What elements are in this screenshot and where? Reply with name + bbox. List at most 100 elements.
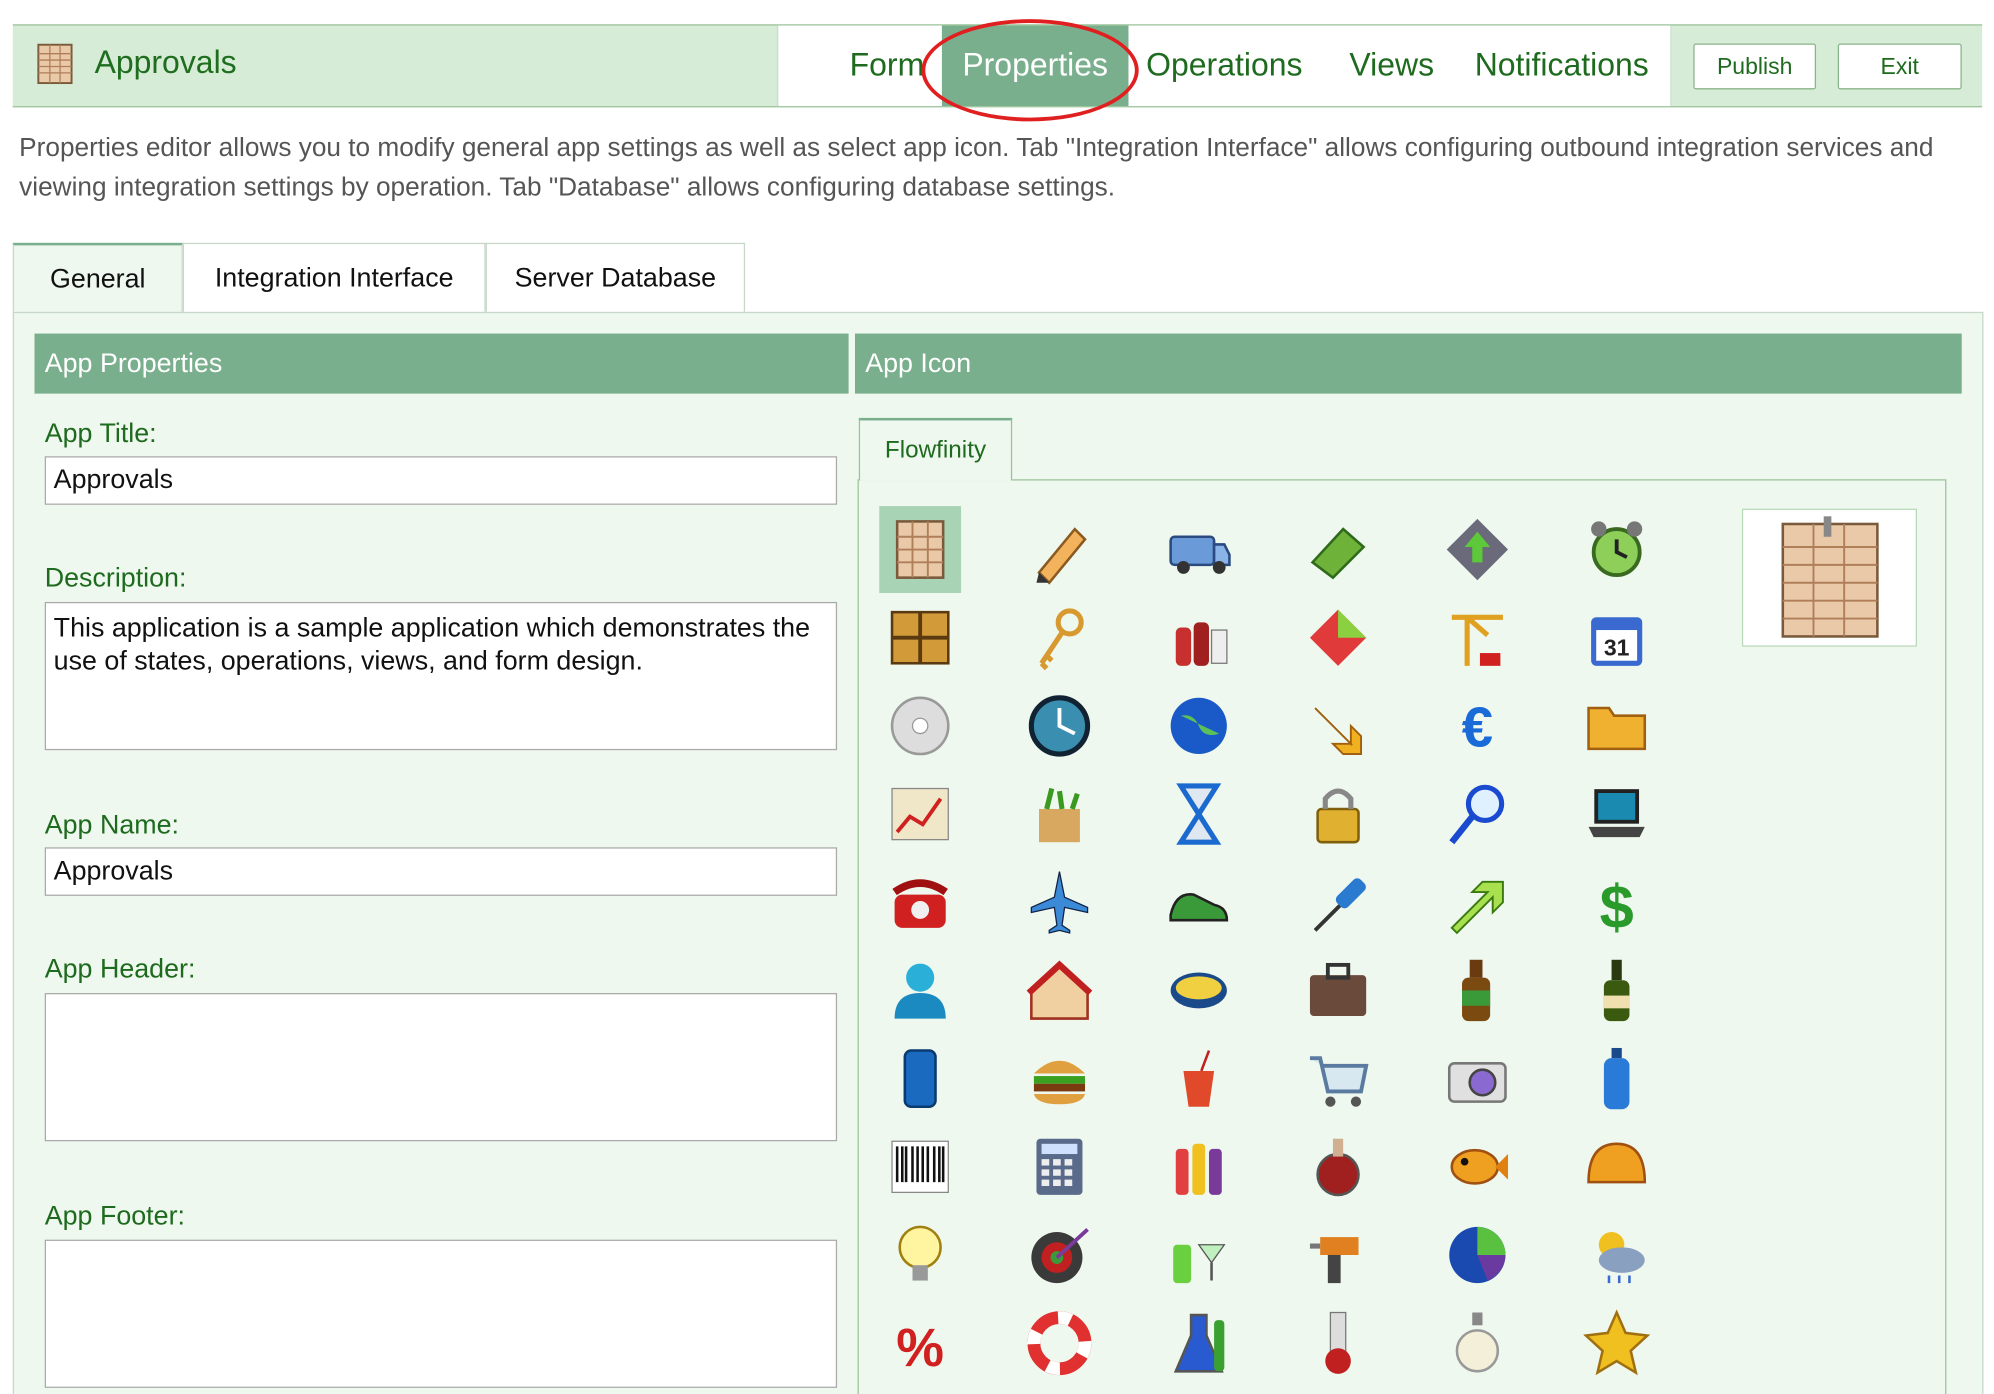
- calendar-icon: 31: [1591, 617, 1643, 666]
- icon-option-cabinet[interactable]: [879, 594, 961, 681]
- icon-option-hard-hat[interactable]: [1576, 1123, 1658, 1210]
- icon-option-fish[interactable]: [1436, 1123, 1518, 1210]
- sneaker-icon: [1169, 893, 1229, 922]
- icon-option-euro[interactable]: €: [1436, 682, 1518, 769]
- icon-option-eraser[interactable]: [1297, 506, 1379, 593]
- arrow-up-right-icon: [1450, 880, 1504, 935]
- tab-server-database[interactable]: Server Database: [485, 242, 746, 312]
- icon-option-sneaker[interactable]: [1158, 859, 1240, 946]
- icon-option-perfume[interactable]: [1436, 1300, 1518, 1387]
- ledger-icon: [895, 520, 945, 579]
- icon-option-ledger[interactable]: [879, 506, 962, 593]
- icon-option-flask[interactable]: [1158, 1300, 1240, 1387]
- app-footer-textarea[interactable]: [44, 1239, 838, 1388]
- icon-option-shopping-cart[interactable]: [1297, 1035, 1379, 1122]
- icon-option-keys[interactable]: [1019, 594, 1101, 681]
- icon-option-potion[interactable]: [1297, 1123, 1379, 1210]
- icon-option-laptop[interactable]: [1576, 771, 1658, 858]
- exit-button[interactable]: Exit: [1837, 43, 1962, 90]
- icon-option-water-bottle[interactable]: [1576, 1035, 1658, 1122]
- icon-option-light-bulb[interactable]: [879, 1212, 961, 1299]
- icon-option-drill[interactable]: [1297, 1212, 1379, 1299]
- icon-option-bottles[interactable]: [1158, 1123, 1240, 1210]
- icon-option-pencil[interactable]: [1019, 506, 1101, 593]
- icon-option-calendar[interactable]: 31: [1576, 594, 1658, 681]
- app-header-textarea[interactable]: [44, 993, 838, 1142]
- icon-option-life-ring[interactable]: [1019, 1300, 1101, 1387]
- camera-icon: [1447, 1062, 1507, 1103]
- icon-option-alarm-clock[interactable]: [1576, 506, 1658, 593]
- icon-option-dollar[interactable]: $: [1576, 859, 1658, 946]
- icon-option-telephone[interactable]: [879, 859, 961, 946]
- icon-option-house[interactable]: [1019, 947, 1101, 1034]
- icon-option-grocery-bag[interactable]: [1019, 771, 1101, 858]
- star-icon: [1583, 1309, 1651, 1376]
- telephone-icon: [892, 879, 948, 928]
- folder-icon: [1587, 706, 1647, 751]
- icon-option-star[interactable]: [1576, 1300, 1658, 1387]
- arrow-down-right-icon: [1314, 707, 1363, 755]
- icon-option-padlock[interactable]: [1297, 771, 1379, 858]
- bottles-icon: [1175, 1143, 1222, 1195]
- app-title-input[interactable]: Approvals: [44, 456, 838, 505]
- icon-option-cd[interactable]: [879, 682, 961, 769]
- grocery-bag-icon: [1039, 787, 1080, 843]
- cabinet-icon: [890, 610, 950, 665]
- publish-button[interactable]: Publish: [1693, 43, 1817, 90]
- icon-option-crane[interactable]: [1436, 594, 1518, 681]
- dartboard-icon: [1031, 1228, 1089, 1284]
- icon-option-arrow-down-right[interactable]: [1297, 682, 1379, 769]
- test-tube-icon: [1325, 1311, 1351, 1374]
- water-bottle-icon: [1603, 1047, 1630, 1110]
- nav-tab-form[interactable]: Form: [817, 26, 958, 107]
- icon-option-hourglass[interactable]: [1158, 771, 1240, 858]
- icon-option-barcode[interactable]: [879, 1123, 961, 1210]
- potion-icon: [1316, 1138, 1360, 1197]
- nav-tab-notifications[interactable]: Notifications: [1466, 26, 1658, 107]
- tab-general[interactable]: General: [12, 242, 183, 315]
- icon-option-test-tube[interactable]: [1297, 1300, 1379, 1387]
- icon-option-pie-chart[interactable]: [1436, 1212, 1518, 1299]
- app-name-input[interactable]: Approvals: [44, 847, 838, 896]
- icon-option-beer-bottle[interactable]: [1436, 947, 1518, 1034]
- icon-option-bowl[interactable]: [1158, 947, 1240, 1034]
- svg-text:$: $: [1600, 872, 1634, 938]
- icon-option-weather[interactable]: [1576, 1212, 1658, 1299]
- eraser-icon: [1310, 527, 1366, 580]
- icon-option-wine-bottle[interactable]: [1576, 947, 1658, 1034]
- icon-option-airplane[interactable]: [1019, 859, 1101, 946]
- intro-text: Properties editor allows you to modify g…: [19, 132, 1934, 202]
- tab-integration-interface[interactable]: Integration Interface: [182, 242, 486, 312]
- icon-option-calculator[interactable]: [1019, 1123, 1101, 1210]
- user-icon: [894, 963, 946, 1019]
- icon-option-drink-cup[interactable]: [1158, 1035, 1240, 1122]
- icon-option-dartboard[interactable]: [1019, 1212, 1101, 1299]
- icon-option-tag[interactable]: [1297, 594, 1379, 681]
- icon-option-briefcase[interactable]: [1297, 947, 1379, 1034]
- icon-option-magnifier[interactable]: [1436, 771, 1518, 858]
- description-textarea[interactable]: This application is a sample application…: [44, 601, 838, 751]
- icon-option-line-chart[interactable]: [879, 771, 961, 858]
- icon-option-soda-can[interactable]: [879, 1035, 961, 1122]
- icon-option-burger[interactable]: [1019, 1035, 1101, 1122]
- icon-option-upload-arrow[interactable]: [1436, 506, 1518, 593]
- ledger-icon: [37, 43, 73, 85]
- app-brand: Approvals: [36, 41, 237, 85]
- icon-option-arrow-up-right[interactable]: [1436, 859, 1518, 946]
- icon-option-folder[interactable]: [1576, 682, 1658, 769]
- icon-option-globe[interactable]: [1158, 682, 1240, 769]
- nav-tab-operations[interactable]: Operations: [1141, 26, 1307, 107]
- icon-option-user[interactable]: [879, 947, 961, 1034]
- icon-option-syringe[interactable]: [1297, 859, 1379, 946]
- icon-option-clock[interactable]: [1019, 682, 1101, 769]
- icon-option-camera[interactable]: [1436, 1035, 1518, 1122]
- nav-tab-properties[interactable]: Properties: [941, 25, 1129, 107]
- icon-option-ketchup-bottles[interactable]: [1158, 594, 1240, 681]
- nav-tab-views[interactable]: Views: [1341, 26, 1443, 107]
- icon-option-cocktail[interactable]: [1158, 1212, 1240, 1299]
- icon-option-percent[interactable]: %: [879, 1300, 961, 1387]
- alarm-clock-icon: [1591, 521, 1643, 578]
- line-chart-icon: [891, 787, 949, 841]
- icon-option-delivery-van[interactable]: [1158, 506, 1240, 593]
- icon-library-tab-flowfinity[interactable]: Flowfinity: [858, 417, 1013, 481]
